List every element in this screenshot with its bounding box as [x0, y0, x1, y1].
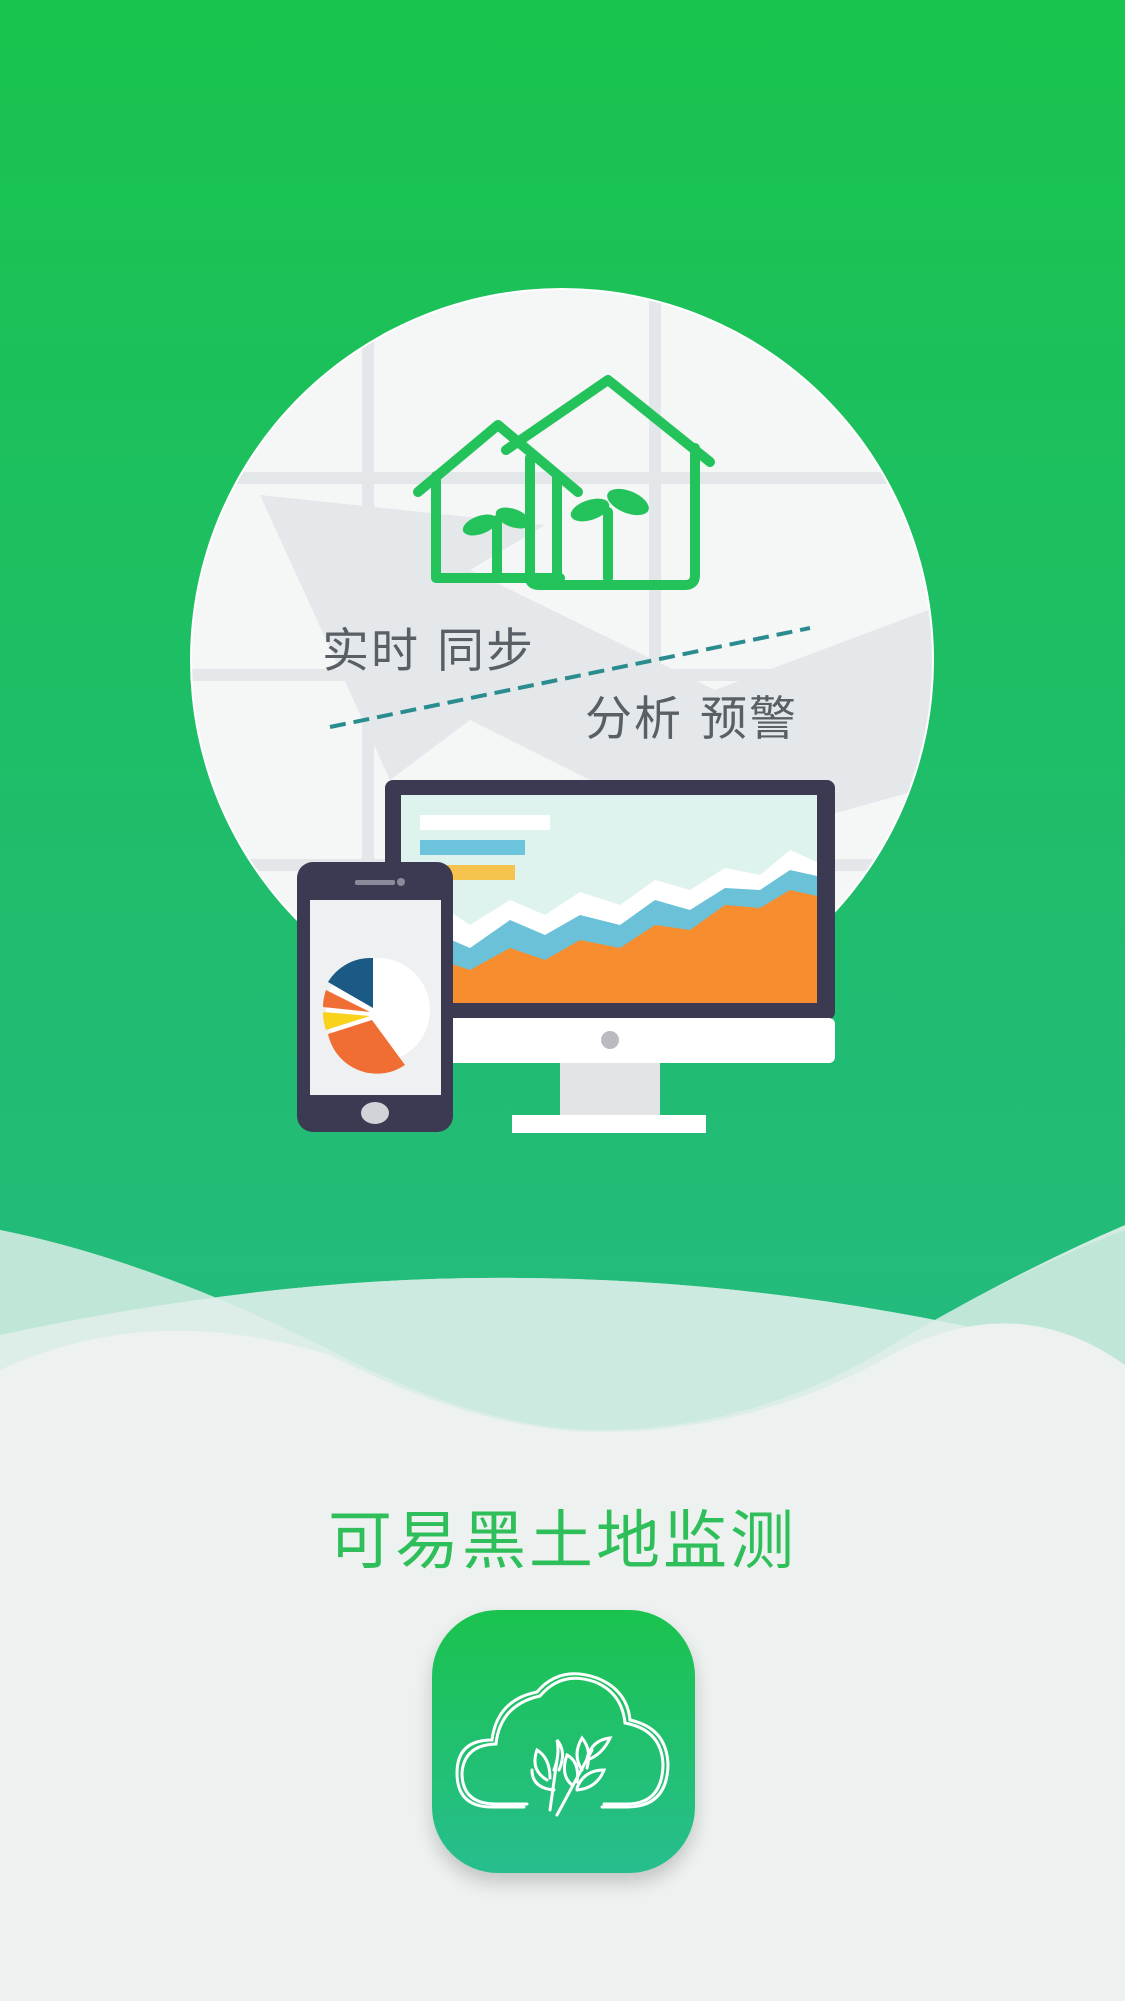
cloud-wheat-icon: [455, 1672, 670, 1817]
wave-front: [0, 1230, 1125, 1450]
app-title: 可易黑土地监测: [328, 1505, 797, 1579]
hero-illustration: [190, 288, 934, 1133]
tagline-realtime-sync: 实时 同步: [322, 624, 535, 679]
tagline-analysis-alert: 分析 预警: [585, 692, 798, 747]
app-logo-icon: [432, 1610, 695, 1873]
splash-screen: 实时 同步 分析 预警 可易黑土地监测: [0, 0, 1125, 2001]
